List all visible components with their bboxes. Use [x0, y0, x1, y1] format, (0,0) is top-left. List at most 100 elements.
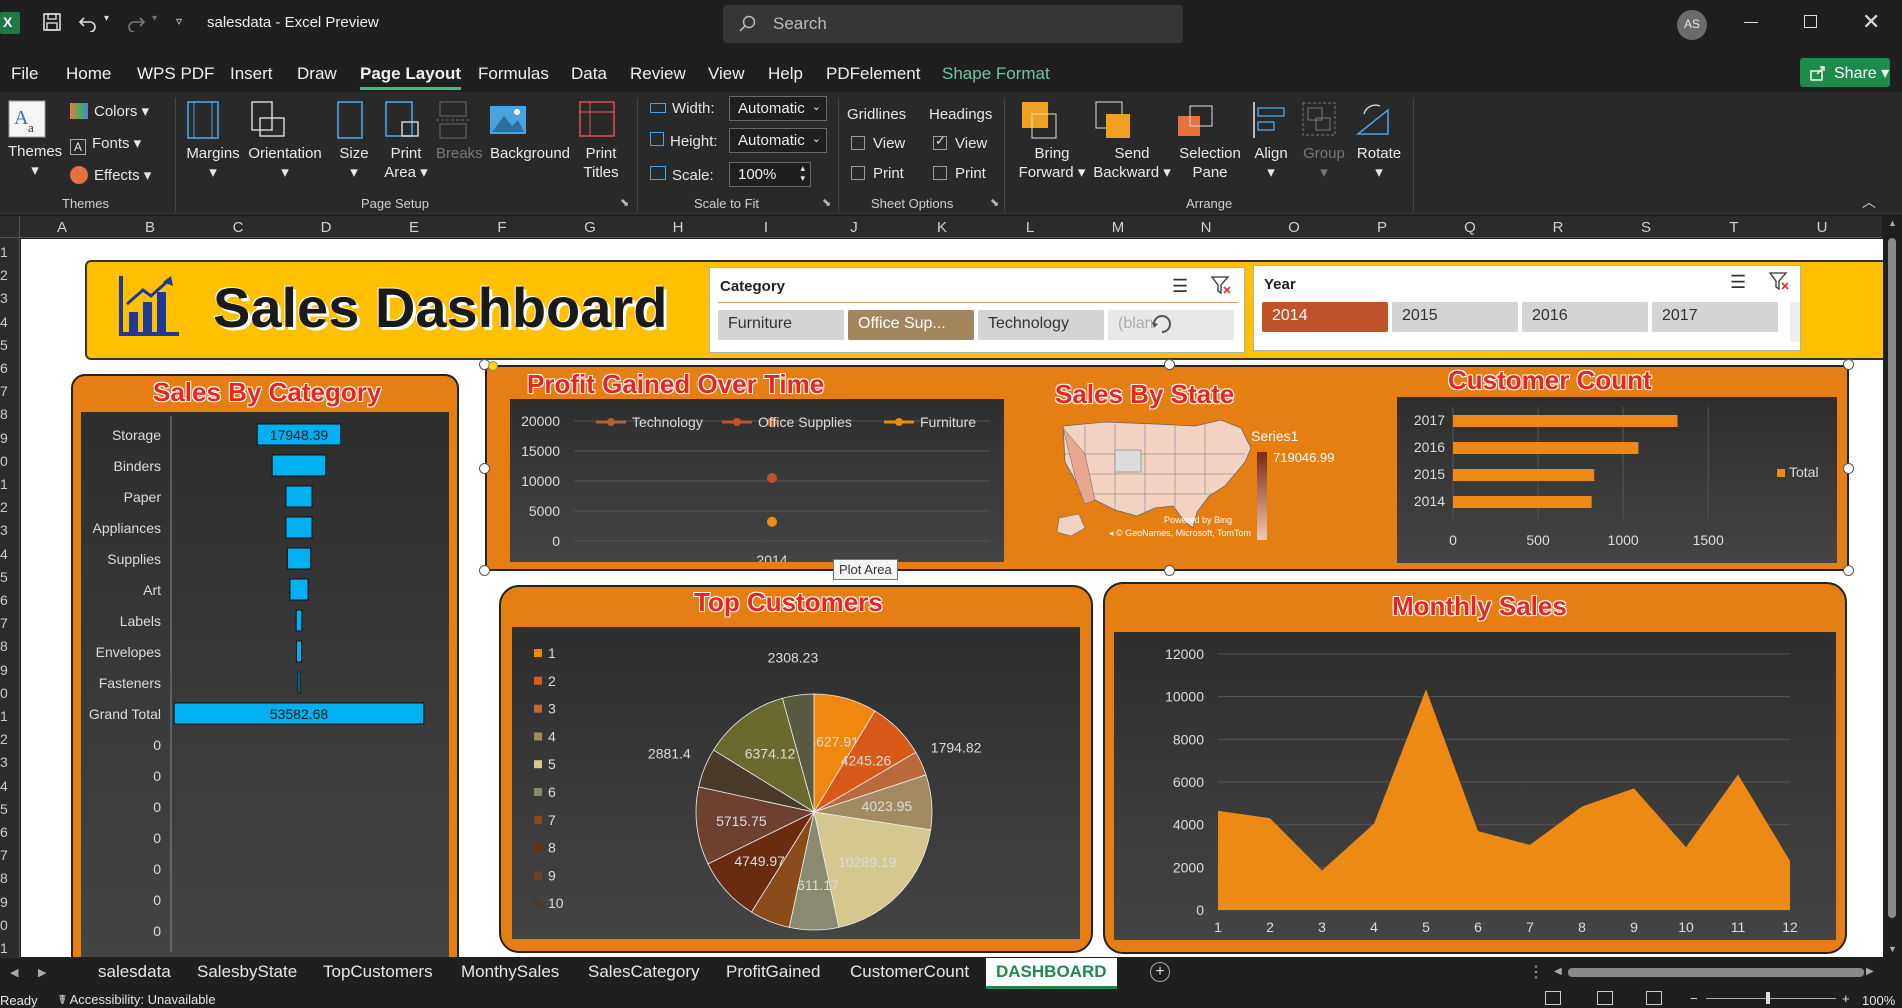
column-header[interactable]: D [316, 219, 336, 236]
column-header[interactable]: M [1108, 219, 1128, 236]
fonts-button[interactable]: A Fonts ▾ [70, 134, 141, 155]
year-item-2016[interactable]: 2016 [1522, 302, 1648, 332]
spinner-icon[interactable]: ▴ ▾ [800, 163, 805, 183]
customer-count-chart[interactable]: 0 500 1000 1500 2017 2016 2015 2014 Total [1397, 397, 1837, 563]
add-sheet-icon[interactable]: + [1150, 962, 1170, 982]
resize-handle[interactable] [1843, 463, 1854, 474]
next-sheet-icon[interactable]: ▶ [38, 966, 46, 979]
print-titles-button[interactable]: Print Titles [578, 100, 624, 182]
zoom-thumb[interactable] [1766, 992, 1770, 1004]
adjust-handle[interactable] [488, 361, 498, 371]
avatar[interactable]: AS [1677, 10, 1707, 40]
row-header[interactable]: 0 [0, 453, 8, 469]
column-header[interactable]: E [404, 219, 424, 236]
scale-launcher-icon[interactable]: ⬊ [822, 196, 831, 209]
page-layout-view-icon[interactable] [1597, 991, 1613, 1005]
headings-view-checkbox[interactable]: ✓ View [933, 133, 987, 152]
zoom-in-icon[interactable]: + [1842, 991, 1850, 1006]
select-all-corner[interactable] [0, 216, 20, 238]
height-select[interactable]: Automatic ⌄ [729, 128, 827, 153]
row-header[interactable]: 5 [0, 569, 8, 585]
row-header[interactable]: 8 [0, 870, 8, 886]
tab-pdfelement[interactable]: PDFelement [826, 64, 920, 84]
column-header[interactable]: F [492, 219, 512, 236]
tab-page-layout[interactable]: Page Layout [360, 64, 462, 90]
sheet-tab-salescategory[interactable]: SalesCategory [588, 962, 700, 982]
resize-handle[interactable] [1164, 565, 1175, 576]
column-header[interactable]: S [1636, 219, 1656, 236]
column-header[interactable]: C [228, 219, 248, 236]
row-header[interactable]: 2 [0, 499, 8, 515]
search-box[interactable]: Search [723, 5, 1183, 43]
scroll-up-icon[interactable]: ▲ [1888, 218, 1897, 228]
page-setup-launcher-icon[interactable]: ⬊ [620, 196, 629, 209]
row-header[interactable]: 9 [0, 662, 8, 678]
slicer-scrollbar[interactable] [1790, 302, 1800, 342]
row-header[interactable]: 4 [0, 546, 8, 562]
rotate-handle-icon[interactable] [1150, 312, 1174, 336]
size-button[interactable]: Size ▾ [334, 100, 374, 182]
sheet-tab-topcustomers[interactable]: TopCustomers [323, 962, 433, 982]
orientation-button[interactable]: Orientation ▾ [246, 100, 324, 182]
tab-review[interactable]: Review [630, 64, 686, 84]
row-header[interactable]: 3 [0, 522, 8, 538]
column-header[interactable]: I [756, 219, 776, 236]
profit-over-time-chart[interactable]: 20000 15000 10000 5000 0 Technology Office Sup… [510, 399, 1004, 562]
year-item-2014[interactable]: 2014 [1262, 302, 1388, 332]
minimize-icon[interactable] [1744, 22, 1758, 23]
column-header[interactable]: Q [1460, 219, 1480, 236]
print-area-button[interactable]: Print Area ▾ [384, 100, 428, 182]
row-header[interactable]: 4 [0, 314, 8, 330]
row-header[interactable]: 1 [0, 244, 8, 260]
resize-handle[interactable] [479, 463, 490, 474]
scroll-right-icon[interactable]: ▶ [1866, 966, 1874, 977]
row-header[interactable]: 1 [0, 708, 8, 724]
row-header[interactable]: 6 [0, 592, 8, 608]
row-header[interactable]: 5 [0, 337, 8, 353]
row-header[interactable]: 6 [0, 360, 8, 376]
normal-view-icon[interactable] [1545, 991, 1561, 1005]
row-header[interactable]: 2 [0, 267, 8, 283]
sheet-tab-dashboard[interactable]: DASHBOARD [986, 958, 1117, 989]
tab-file[interactable]: File [11, 64, 38, 84]
themes-button[interactable]: Aa Themes ▾ [8, 100, 62, 180]
tab-home[interactable]: Home [66, 64, 111, 84]
row-header[interactable]: 8 [0, 638, 8, 654]
resize-handle[interactable] [1843, 565, 1854, 576]
scroll-down-icon[interactable]: ▼ [1888, 944, 1897, 954]
page-break-view-icon[interactable] [1646, 991, 1662, 1005]
headings-print-checkbox[interactable]: Print [933, 165, 986, 182]
horizontal-scroll-thumb[interactable] [1568, 968, 1864, 977]
accessibility-status[interactable]: ☤ Accessibility: Unavailable [58, 992, 216, 1008]
bring-forward-button[interactable]: Bring Forward ▾ [1018, 100, 1086, 182]
prev-sheet-icon[interactable]: ◀ [10, 966, 18, 979]
vertical-scroll-thumb[interactable] [1888, 238, 1896, 918]
clear-filter-icon[interactable] [1768, 270, 1790, 292]
category-item-technology[interactable]: Technology [978, 310, 1104, 340]
background-button[interactable]: Background [488, 100, 572, 163]
tab-options-icon[interactable]: ⋮ [1528, 962, 1544, 982]
send-backward-button[interactable]: Send Backward ▾ [1092, 100, 1172, 182]
resize-handle[interactable] [1843, 359, 1854, 370]
group-button[interactable]: Group ▾ [1300, 100, 1348, 182]
resize-handle[interactable] [479, 565, 490, 576]
row-header[interactable]: 3 [0, 754, 8, 770]
tab-insert[interactable]: Insert [230, 64, 273, 84]
category-item-office-supplies[interactable]: Office Sup... [848, 310, 974, 340]
column-header[interactable]: O [1284, 219, 1304, 236]
zoom-level[interactable]: 100% [1862, 993, 1895, 1008]
column-header[interactable]: L [1020, 219, 1040, 236]
tab-wps-pdf[interactable]: WPS PDF [137, 64, 214, 84]
row-header[interactable]: 7 [0, 847, 8, 863]
undo-icon[interactable] [78, 12, 98, 32]
sheet-tab-customercount[interactable]: CustomerCount [850, 962, 969, 982]
year-item-2015[interactable]: 2015 [1392, 302, 1518, 332]
sales-by-state-map[interactable]: Powered by Bing ◂ © GeoNames, Microsoft,… [1045, 414, 1405, 554]
width-select[interactable]: Automatic ⌄ [729, 96, 827, 121]
row-header[interactable]: 9 [0, 894, 8, 910]
tab-help[interactable]: Help [768, 64, 803, 84]
row-header[interactable]: 0 [0, 917, 8, 933]
redo-dropdown-icon[interactable]: ▾ [152, 13, 157, 24]
column-header[interactable]: B [140, 219, 160, 236]
sheet-tab-profitgained[interactable]: ProfitGained [726, 962, 821, 982]
